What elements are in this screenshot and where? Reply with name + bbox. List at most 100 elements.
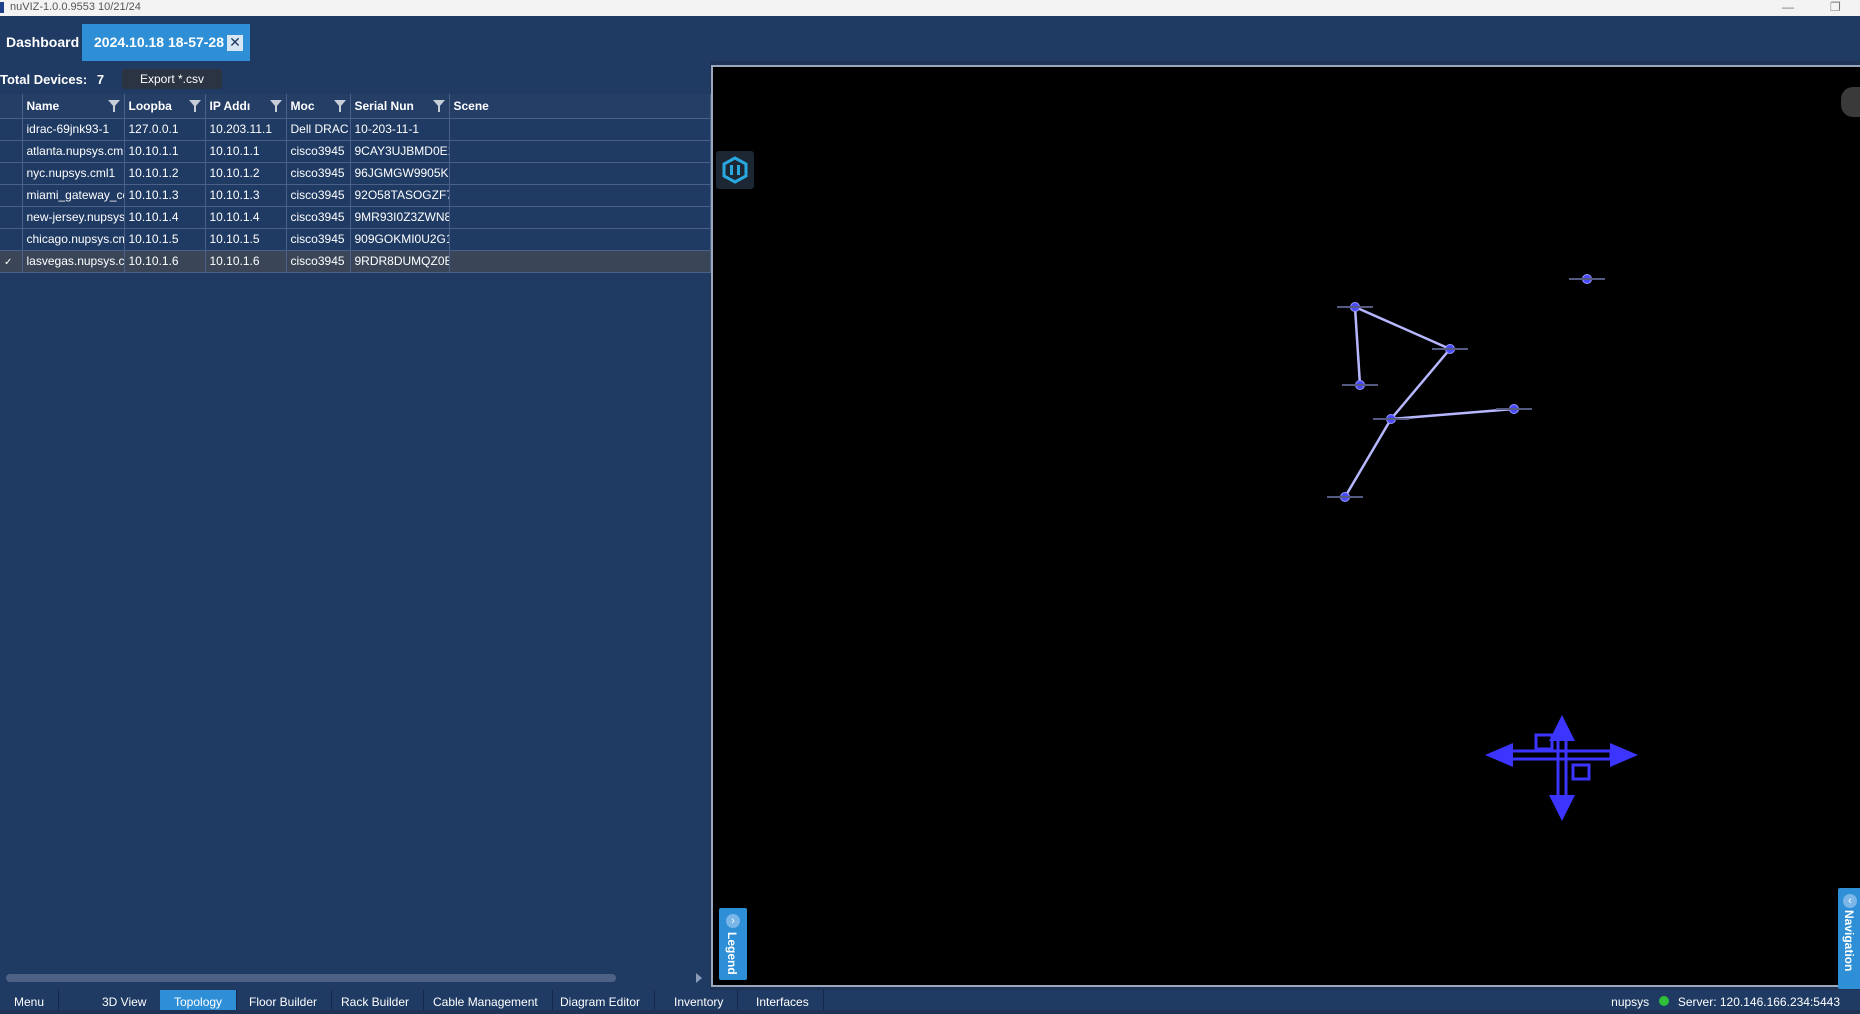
nav-rack-builder[interactable]: Rack Builder bbox=[327, 990, 425, 1010]
select-column-header bbox=[0, 94, 23, 119]
topology-graph[interactable] bbox=[713, 67, 1860, 989]
checkbox[interactable] bbox=[4, 210, 13, 221]
scene-cell bbox=[449, 206, 711, 229]
column-header-serial[interactable]: Serial Nun bbox=[350, 94, 450, 119]
scroll-right-icon[interactable] bbox=[696, 973, 702, 983]
serial-number-cell: 10-203-11-1 bbox=[350, 118, 450, 141]
table-row[interactable]: miami_gateway_cc 10.10.1.3 10.10.1.3 cisco3… bbox=[0, 184, 711, 207]
node-label-marker bbox=[1432, 348, 1468, 350]
column-header-ip[interactable]: IP Addı bbox=[205, 94, 287, 119]
model-cell: Dell DRAC bbox=[286, 118, 351, 141]
checkbox[interactable]: ✓ bbox=[4, 257, 13, 268]
loopback-cell: 10.10.1.2 bbox=[124, 162, 206, 185]
row-checkbox[interactable] bbox=[0, 118, 23, 141]
filter-icon[interactable] bbox=[188, 100, 201, 112]
export-csv-button[interactable]: Export *.csv bbox=[122, 69, 222, 89]
column-header-loopback[interactable]: Loopba bbox=[124, 94, 206, 119]
column-header-label: Loopba bbox=[128, 98, 172, 113]
horizontal-scrollbar[interactable] bbox=[6, 974, 616, 982]
serial-number-cell: 9CAY3UJBMD0E1( bbox=[350, 140, 450, 163]
device-name-cell: nyc.nupsys.cml1 bbox=[22, 162, 125, 185]
bottom-navigation-bar: Menu 3D View Topology Floor Builder Rack Bui… bbox=[0, 990, 1860, 1010]
table-row[interactable]: new-jersey.nupsys 10.10.1.4 10.10.1.4 cisco… bbox=[0, 206, 711, 229]
close-tab-icon[interactable]: ✕ bbox=[227, 35, 243, 51]
serial-number-cell: 92O58TASOGZF7l bbox=[350, 184, 450, 207]
navigation-panel-toggle[interactable]: ‹ Navigation bbox=[1838, 888, 1860, 989]
filter-icon[interactable] bbox=[269, 100, 282, 112]
legend-label: Legend bbox=[725, 932, 739, 975]
topology-link[interactable] bbox=[1354, 305, 1451, 351]
filter-icon[interactable] bbox=[333, 100, 346, 112]
ip-address-cell: 10.10.1.5 bbox=[205, 228, 287, 251]
topology-link[interactable] bbox=[1390, 348, 1451, 420]
column-header-label: Serial Nun bbox=[354, 98, 414, 113]
restore-button[interactable]: ❐ bbox=[1830, 0, 1841, 14]
checkbox[interactable] bbox=[4, 144, 13, 155]
total-devices-label: Total Devices: bbox=[0, 72, 88, 87]
checkbox[interactable] bbox=[4, 166, 13, 177]
topology-viewport[interactable]: › Legend ‹ Navigation bbox=[711, 65, 1860, 989]
table-row[interactable]: nyc.nupsys.cml1 10.10.1.2 10.10.1.2 cisco39… bbox=[0, 162, 711, 185]
device-name-cell: lasvegas.nupsys.cr bbox=[22, 250, 125, 273]
table-row[interactable]: chicago.nupsys.cm 10.10.1.5 10.10.1.5 cisco… bbox=[0, 228, 711, 251]
model-cell: cisco3945 bbox=[286, 250, 351, 273]
loopback-cell: 127.0.0.1 bbox=[124, 118, 206, 141]
tab-session-label: 2024.10.18 18-57-28 bbox=[94, 34, 224, 50]
table-header-row: Name Loopba IP Addı Moc Serial Nun Scene bbox=[0, 94, 711, 119]
session-tabbar: Dashboard 2024.10.18 18-57-28 ✕ bbox=[0, 16, 1860, 61]
column-header-label: Name bbox=[26, 98, 60, 113]
table-row[interactable]: atlanta.nupsys.cm 10.10.1.1 10.10.1.1 cisco… bbox=[0, 140, 711, 163]
expand-legend-icon[interactable]: › bbox=[726, 914, 740, 928]
row-checkbox[interactable] bbox=[0, 206, 23, 229]
table-row[interactable]: idrac-69jnk93-1 127.0.0.1 10.203.11.1 Dell … bbox=[0, 118, 711, 141]
window-title: nuVIZ-1.0.0.9553 10/21/24 bbox=[10, 1, 141, 13]
nav-inventory[interactable]: Inventory bbox=[660, 990, 739, 1010]
nav-topology[interactable]: Topology bbox=[160, 990, 238, 1010]
topology-link[interactable] bbox=[1353, 306, 1362, 386]
scene-cell bbox=[449, 140, 711, 163]
filter-icon[interactable] bbox=[432, 100, 445, 112]
checkbox[interactable] bbox=[4, 188, 13, 199]
filter-icon[interactable] bbox=[107, 100, 120, 112]
device-name-cell: chicago.nupsys.cm bbox=[22, 228, 125, 251]
column-header-scene[interactable]: Scene bbox=[449, 94, 711, 119]
row-checkbox[interactable] bbox=[0, 184, 23, 207]
row-checkbox[interactable] bbox=[0, 162, 23, 185]
nav-diagram-editor[interactable]: Diagram Editor bbox=[546, 990, 656, 1010]
nav-menu[interactable]: Menu bbox=[0, 990, 60, 1010]
ip-address-cell: 10.10.1.4 bbox=[205, 206, 287, 229]
checkbox[interactable] bbox=[4, 232, 13, 243]
device-name-cell: miami_gateway_cc bbox=[22, 184, 125, 207]
scene-cell bbox=[449, 118, 711, 141]
loopback-cell: 10.10.1.5 bbox=[124, 228, 206, 251]
ip-address-cell: 10.203.11.1 bbox=[205, 118, 287, 141]
row-checkbox[interactable]: ✓ bbox=[0, 250, 23, 273]
loopback-cell: 10.10.1.6 bbox=[124, 250, 206, 273]
column-header-model[interactable]: Moc bbox=[286, 94, 351, 119]
legend-panel-toggle[interactable]: › Legend bbox=[719, 908, 747, 980]
ip-address-cell: 10.10.1.2 bbox=[205, 162, 287, 185]
nav-interfaces[interactable]: Interfaces bbox=[742, 990, 824, 1010]
tab-dashboard[interactable]: Dashboard bbox=[0, 24, 80, 61]
nav-3d-view[interactable]: 3D View bbox=[88, 990, 162, 1010]
minimize-button[interactable]: — bbox=[1782, 0, 1794, 14]
model-cell: cisco3945 bbox=[286, 184, 351, 207]
loopback-cell: 10.10.1.4 bbox=[124, 206, 206, 229]
row-checkbox[interactable] bbox=[0, 228, 23, 251]
row-checkbox[interactable] bbox=[0, 140, 23, 163]
tab-session[interactable]: 2024.10.18 18-57-28 ✕ bbox=[82, 24, 250, 61]
topology-link[interactable] bbox=[1390, 407, 1515, 421]
navigation-gizmo-icon[interactable] bbox=[1485, 715, 1638, 821]
nav-floor-builder[interactable]: Floor Builder bbox=[235, 990, 333, 1010]
window-titlebar: nuVIZ-1.0.0.9553 10/21/24 — ❐ bbox=[0, 0, 1860, 16]
checkbox[interactable] bbox=[4, 122, 13, 133]
device-summary: Total Devices: 7 bbox=[0, 69, 104, 91]
table-row[interactable]: ✓ lasvegas.nupsys.cr 10.10.1.6 10.10.1.6 cis… bbox=[0, 250, 711, 273]
topology-link[interactable] bbox=[1343, 418, 1393, 498]
server-address: Server: 120.146.166.234:5443 bbox=[1677, 995, 1840, 1009]
node-label-marker bbox=[1569, 278, 1605, 280]
expand-navigation-icon[interactable]: ‹ bbox=[1843, 894, 1857, 908]
model-cell: cisco3945 bbox=[286, 206, 351, 229]
column-header-name[interactable]: Name bbox=[22, 94, 125, 119]
nav-cable-management[interactable]: Cable Management bbox=[419, 990, 553, 1010]
